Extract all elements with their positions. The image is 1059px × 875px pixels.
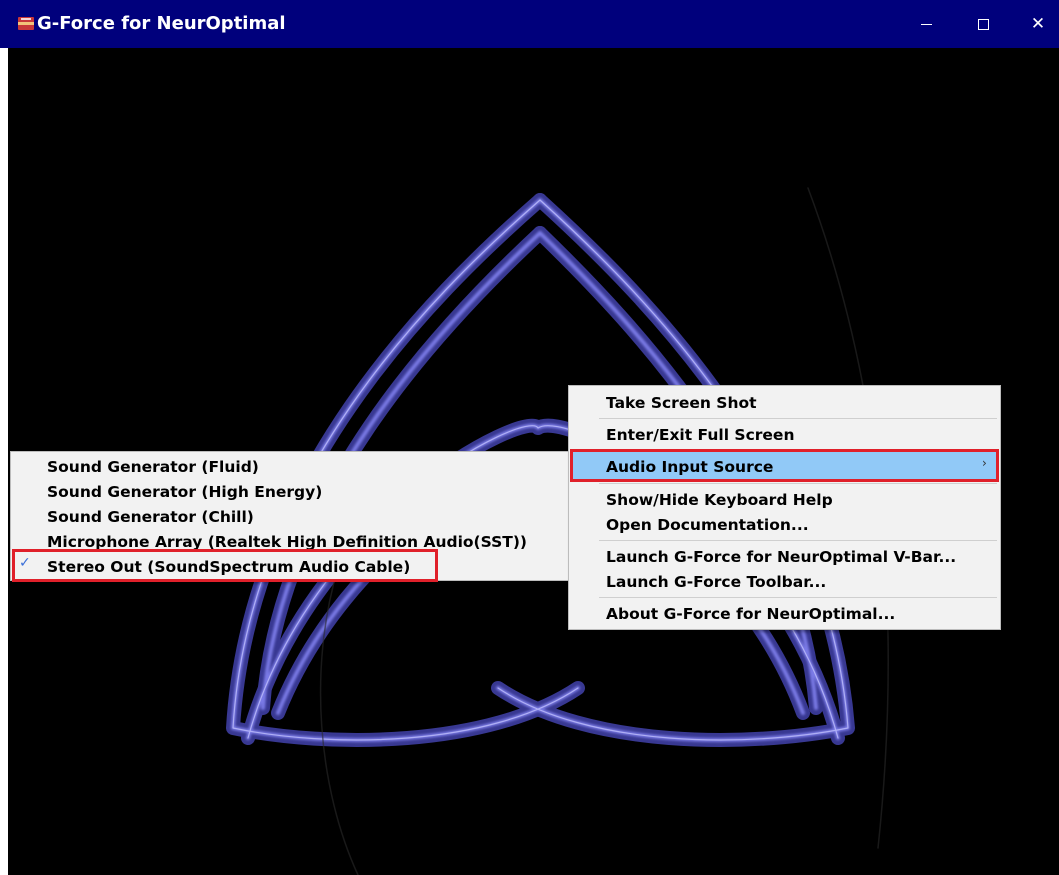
annotation-highlight-stereo-out — [12, 549, 438, 582]
menu-item-take-screen-shot[interactable]: Take Screen Shot — [606, 394, 757, 412]
close-button[interactable]: ✕ — [1010, 0, 1059, 48]
menu-item-launch-toolbar[interactable]: Launch G-Force Toolbar... — [606, 573, 826, 591]
menu-item-launch-v-bar[interactable]: Launch G-Force for NeurOptimal V-Bar... — [606, 548, 956, 566]
menu-separator — [599, 418, 997, 419]
menu-item-open-documentation[interactable]: Open Documentation... — [606, 516, 809, 534]
menu-item-enter-exit-full-screen[interactable]: Enter/Exit Full Screen — [606, 426, 794, 444]
menu-item-show-hide-keyboard-help[interactable]: Show/Hide Keyboard Help — [606, 491, 833, 509]
submenu-item-sound-generator-high-energy[interactable]: Sound Generator (High Energy) — [47, 483, 322, 501]
title-bar[interactable]: G-Force for NeurOptimal ✕ — [0, 0, 1059, 48]
menu-separator — [599, 597, 997, 598]
menu-separator — [599, 483, 997, 484]
minimize-button[interactable] — [899, 0, 955, 48]
window-left-border — [0, 48, 8, 875]
annotation-highlight-audio-input-source — [570, 449, 999, 482]
menu-separator — [599, 540, 997, 541]
maximize-button[interactable] — [955, 0, 1011, 48]
submenu-item-sound-generator-fluid[interactable]: Sound Generator (Fluid) — [47, 458, 259, 476]
submenu-item-sound-generator-chill[interactable]: Sound Generator (Chill) — [47, 508, 254, 526]
close-icon: ✕ — [1030, 14, 1046, 34]
context-menu: Take Screen Shot Enter/Exit Full Screen … — [568, 385, 1001, 630]
app-window: G-Force for NeurOptimal ✕ Sound Generato… — [0, 0, 1059, 875]
app-icon[interactable] — [18, 17, 34, 30]
menu-item-about[interactable]: About G-Force for NeurOptimal... — [606, 605, 895, 623]
window-title: G-Force for NeurOptimal — [37, 13, 286, 34]
